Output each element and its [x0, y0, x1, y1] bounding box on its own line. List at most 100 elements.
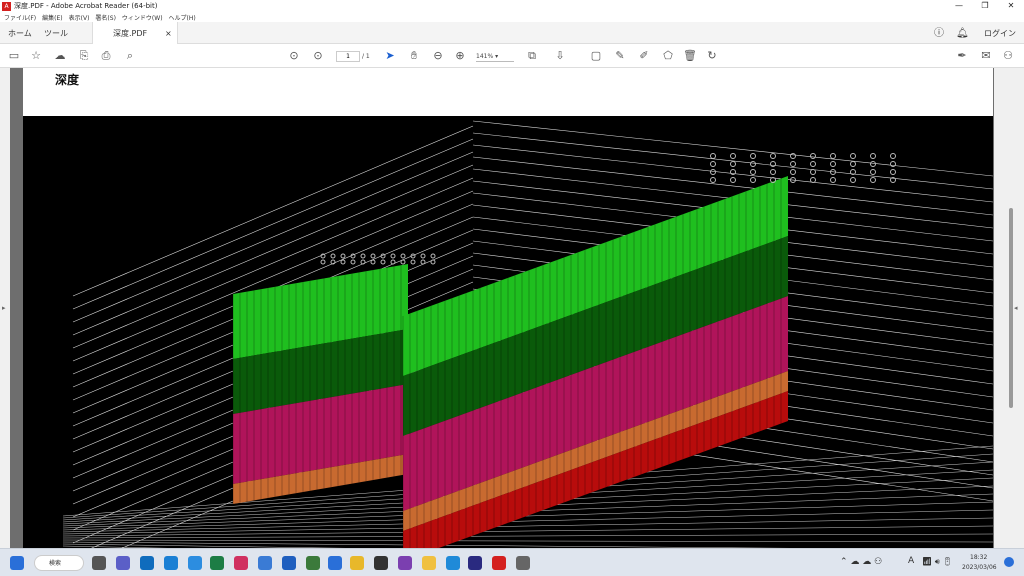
- top-grid-node: [420, 253, 426, 259]
- top-grid-node: [850, 161, 856, 167]
- tab-home[interactable]: ホーム: [8, 26, 32, 42]
- edge-icon[interactable]: [446, 556, 460, 570]
- top-grid-node: [340, 259, 346, 265]
- sign-icon[interactable]: ✒: [954, 48, 970, 64]
- camera-icon[interactable]: [258, 556, 272, 570]
- vertical-scrollbar[interactable]: [1009, 208, 1013, 408]
- highlight-pen-icon[interactable]: ✎: [612, 48, 628, 64]
- plot-canvas: [62, 120, 993, 548]
- scroll-mode-icon[interactable]: ⇩: [552, 48, 568, 64]
- tab-tools[interactable]: ツール: [44, 26, 68, 42]
- top-grid-node: [710, 153, 716, 159]
- outlook-icon[interactable]: [140, 556, 154, 570]
- zoom-select[interactable]: 141% ▾: [476, 51, 514, 62]
- app-icon-2[interactable]: [234, 556, 248, 570]
- hand-tool-icon[interactable]: ✋︎: [406, 48, 422, 64]
- close-button[interactable]: ✕: [998, 0, 1024, 12]
- ime-indicator[interactable]: A: [908, 556, 914, 566]
- top-grid-node: [390, 253, 396, 259]
- explorer-icon[interactable]: [422, 556, 436, 570]
- draw-icon[interactable]: ✐: [636, 48, 652, 64]
- fit-page-icon[interactable]: ⧉: [524, 48, 540, 64]
- clock-time[interactable]: 18:32: [970, 554, 987, 561]
- acrobat-taskbar-icon[interactable]: [492, 556, 506, 570]
- top-grid-node: [870, 161, 876, 167]
- app-icon-1[interactable]: [164, 556, 178, 570]
- page-number-input[interactable]: 1: [336, 51, 360, 62]
- app-icon-6[interactable]: [468, 556, 482, 570]
- top-grid-node: [320, 259, 326, 265]
- menu-help[interactable]: ヘルプ(H): [169, 13, 196, 22]
- task-view-icon[interactable]: [92, 556, 106, 570]
- app-icon-5[interactable]: [374, 556, 388, 570]
- top-grid-node: [830, 177, 836, 183]
- clock-date[interactable]: 2023/03/06: [962, 564, 997, 571]
- stamp-icon[interactable]: ⬠: [660, 48, 676, 64]
- top-grid-node: [750, 153, 756, 159]
- zoom-out-icon[interactable]: ⊖: [430, 48, 446, 64]
- tab-document-label: 深度.PDF: [113, 29, 148, 38]
- left-panel-toggle[interactable]: ▸: [0, 68, 10, 548]
- tab-document[interactable]: 深度.PDF ×: [92, 22, 178, 44]
- top-grid-node: [330, 253, 336, 259]
- app-icon-3[interactable]: [306, 556, 320, 570]
- select-cursor-icon[interactable]: ➤: [382, 48, 398, 64]
- search-icon[interactable]: ⌕: [122, 48, 138, 64]
- cloud-upload-icon[interactable]: ☁: [52, 48, 68, 64]
- top-grid-node: [870, 153, 876, 159]
- top-grid-node: [890, 169, 896, 175]
- start-icon[interactable]: [10, 556, 24, 570]
- page-total: / 1: [362, 53, 370, 60]
- bell-icon[interactable]: 🔔︎: [956, 26, 969, 42]
- top-grid-node: [730, 177, 736, 183]
- prev-page-icon[interactable]: ⊙: [286, 48, 302, 64]
- save-icon[interactable]: ▭: [6, 48, 22, 64]
- taskbar: 検索 ⌃ ☁ ☁ ⚇ A 📶︎ 🔊︎ 🔋︎ 18:32 2023/03/06: [0, 548, 1024, 576]
- menu-file[interactable]: ファイル(F): [4, 13, 36, 22]
- zoom-in-icon[interactable]: ⊕: [452, 48, 468, 64]
- share-user-icon[interactable]: ⚇: [1000, 48, 1016, 64]
- top-grid-node: [870, 177, 876, 183]
- share-icon[interactable]: ⎘: [76, 48, 92, 64]
- acrobat-icon: A: [2, 1, 11, 11]
- top-grid-node: [850, 177, 856, 183]
- print-icon[interactable]: ⎙: [98, 48, 114, 64]
- menu-edit[interactable]: 編集(E): [42, 13, 62, 22]
- rotate-icon[interactable]: ↻: [704, 48, 720, 64]
- bookmark-star-icon[interactable]: ☆: [28, 48, 44, 64]
- tray-icons[interactable]: ⌃ ☁ ☁ ⚇: [840, 557, 882, 567]
- login-button[interactable]: ログイン: [984, 26, 1016, 42]
- menu-sign[interactable]: 署名(S): [95, 13, 116, 22]
- help-icon[interactable]: ⓘ: [934, 26, 944, 42]
- maximize-button[interactable]: ❐: [972, 0, 998, 12]
- menu-view[interactable]: 表示(V): [69, 13, 90, 22]
- settings-icon[interactable]: [516, 556, 530, 570]
- mail-icon[interactable]: ✉: [978, 48, 994, 64]
- teams-icon[interactable]: [116, 556, 130, 570]
- mail-app-icon[interactable]: [188, 556, 202, 570]
- top-grid-node: [770, 161, 776, 167]
- comment-icon[interactable]: ▢: [588, 48, 604, 64]
- notification-icon[interactable]: [1004, 557, 1014, 567]
- app-icon-4[interactable]: [328, 556, 342, 570]
- tab-close-icon[interactable]: ×: [165, 26, 172, 42]
- top-grid-node: [350, 253, 356, 259]
- document-viewer[interactable]: ▸ 深度 ◂: [0, 68, 1024, 548]
- taskbar-search[interactable]: 検索: [34, 555, 84, 571]
- chrome-icon[interactable]: [350, 556, 364, 570]
- top-grid-node: [770, 169, 776, 175]
- next-page-icon[interactable]: ⊙: [310, 48, 326, 64]
- minimize-button[interactable]: —: [946, 0, 972, 12]
- top-grid-node: [400, 259, 406, 265]
- top-grid-node: [390, 259, 396, 265]
- excel-icon[interactable]: [210, 556, 224, 570]
- top-grid-node: [830, 153, 836, 159]
- menu-window[interactable]: ウィンドウ(W): [122, 13, 163, 22]
- grid-line: [472, 120, 993, 177]
- delete-icon[interactable]: 🗑︎: [682, 48, 698, 64]
- right-panel-toggle-icon[interactable]: ◂: [1014, 304, 1018, 312]
- onenote-icon[interactable]: [398, 556, 412, 570]
- network-sound-icons[interactable]: 📶︎ 🔊︎ 🔋︎: [922, 557, 952, 567]
- dropbox-icon[interactable]: [282, 556, 296, 570]
- top-grid-node: [400, 253, 406, 259]
